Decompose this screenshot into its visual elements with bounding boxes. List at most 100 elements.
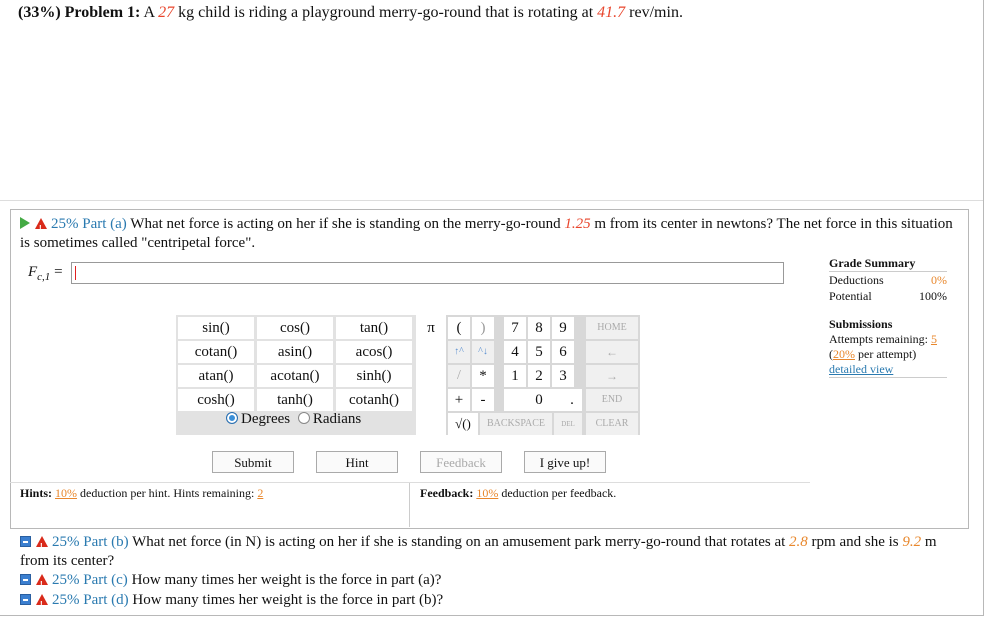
key-2[interactable]: 2 (528, 365, 550, 387)
rparen-button[interactable]: ) (472, 317, 494, 339)
end-button[interactable]: END (586, 389, 638, 411)
tan-button[interactable]: tan() (336, 317, 412, 339)
part-a-distance: 1.25 (564, 216, 591, 232)
submissions-panel: Submissions Attempts remaining: 5 (20% p… (829, 317, 954, 378)
problem-text-2: kg child is riding a playground merry-go… (178, 4, 594, 21)
problem-statement: (33%) Problem 1: A 27 kg child is riding… (18, 4, 683, 22)
per-attempt-value: 20% (833, 347, 855, 361)
attempts-value: 5 (930, 332, 937, 346)
hints-text: deduction per hint. Hints remaining: (80, 486, 255, 500)
attempts-label: Attempts remaining: (829, 332, 928, 346)
clear-button[interactable]: CLEAR (586, 413, 638, 435)
problem-mass: 27 (158, 4, 175, 21)
feedback-button[interactable]: Feedback (420, 451, 502, 473)
exp-down-button[interactable]: ^↓ (472, 341, 494, 363)
per-attempt-text: per attempt) (858, 347, 917, 361)
del-button[interactable]: DEL (554, 413, 582, 435)
right-arrow-button[interactable]: → (586, 365, 638, 387)
part-b-rpm: 2.8 (789, 534, 808, 550)
key-3[interactable]: 3 (552, 365, 574, 387)
sinh-button[interactable]: sinh() (336, 365, 412, 387)
angle-mode: Degrees Radians (226, 411, 361, 428)
multiply-button[interactable]: * (472, 365, 494, 387)
warning-icon (36, 594, 48, 614)
answer-sub: c,1 (37, 271, 51, 283)
hints-feedback-divider (409, 483, 410, 527)
acotan-button[interactable]: acotan() (257, 365, 333, 387)
lparen-button[interactable]: ( (448, 317, 470, 339)
dot-button[interactable]: . (562, 389, 582, 411)
degrees-radio[interactable] (226, 412, 238, 424)
tanh-button[interactable]: tanh() (257, 389, 333, 411)
answer-eq: = (54, 264, 63, 280)
pi-button[interactable]: π (421, 317, 441, 339)
warning-icon (36, 574, 48, 594)
cosh-button[interactable]: cosh() (178, 389, 254, 411)
part-a-label: 25% Part (a) (51, 216, 127, 232)
radians-radio[interactable] (297, 412, 310, 424)
key-1[interactable]: 1 (504, 365, 526, 387)
sqrt-button[interactable]: √() (448, 413, 478, 435)
function-panel: sin() cos() tan() cotan() asin() acos() … (176, 315, 416, 435)
grade-summary: Grade Summary Deductions 0% Potential 10… (829, 255, 947, 304)
potential-label: Potential (829, 289, 872, 303)
cotanh-button[interactable]: cotanh() (336, 389, 412, 411)
hints-info: Hints: 10% deduction per hint. Hints rem… (20, 486, 263, 501)
plus-button[interactable]: + (448, 389, 470, 411)
problem-prefix: (33%) Problem 1: (18, 4, 141, 21)
part-b-text-1: What net force (in N) is acting on her i… (132, 534, 786, 550)
problem-text-3: rev/min. (629, 4, 683, 21)
potential-value: 100% (919, 289, 947, 303)
part-c-text: How many times her weight is the force i… (131, 572, 442, 588)
feedback-label: Feedback: (420, 486, 474, 500)
part-d-label: 25% Part (d) (52, 592, 129, 608)
collapse-icon[interactable] (20, 536, 31, 547)
part-a-text-2: m from its center in newtons? The net fo… (594, 216, 872, 232)
problem-rate: 41.7 (597, 4, 626, 21)
hints-pct: 10% (55, 486, 78, 500)
exp-up-button[interactable]: ↑^ (448, 341, 470, 363)
expand-triangle-icon[interactable] (20, 217, 30, 229)
detailed-view-link[interactable]: detailed view (829, 362, 893, 376)
part-a-header: 25% Part (a) What net force is acting on… (20, 215, 955, 253)
collapse-icon[interactable] (20, 594, 31, 605)
key-5[interactable]: 5 (528, 341, 550, 363)
hints-label: Hints: (20, 486, 53, 500)
backspace-button[interactable]: BACKSPACE (480, 413, 552, 435)
sin-button[interactable]: sin() (178, 317, 254, 339)
collapse-icon[interactable] (20, 574, 31, 585)
give-up-button[interactable]: I give up! (524, 451, 606, 473)
home-button[interactable]: HOME (586, 317, 638, 339)
section-rule (0, 200, 983, 201)
part-b-distance: 9.2 (902, 534, 922, 550)
asin-button[interactable]: asin() (257, 341, 333, 363)
key-9[interactable]: 9 (552, 317, 574, 339)
part-b-label: 25% Part (b) (52, 534, 129, 550)
part-b[interactable]: 25% Part (b) What net force (in N) is ac… (20, 533, 955, 571)
key-6[interactable]: 6 (552, 341, 574, 363)
hints-remaining: 2 (257, 486, 264, 500)
part-a-text-1: What net force is acting on her if she i… (130, 216, 561, 232)
key-8[interactable]: 8 (528, 317, 550, 339)
answer-var: F (28, 264, 38, 280)
problem-text-1: A (143, 4, 155, 21)
cotan-button[interactable]: cotan() (178, 341, 254, 363)
hint-button[interactable]: Hint (316, 451, 398, 473)
part-d[interactable]: 25% Part (d) How many times her weight i… (20, 591, 443, 614)
submit-button[interactable]: Submit (212, 451, 294, 473)
left-arrow-button[interactable]: ← (586, 341, 638, 363)
minus-button[interactable]: - (472, 389, 494, 411)
acos-button[interactable]: acos() (336, 341, 412, 363)
key-4[interactable]: 4 (504, 341, 526, 363)
cos-button[interactable]: cos() (257, 317, 333, 339)
answer-input[interactable] (71, 262, 784, 284)
feedback-text: deduction per feedback. (501, 486, 617, 500)
atan-button[interactable]: atan() (178, 365, 254, 387)
part-c-label: 25% Part (c) (52, 572, 128, 588)
hints-top-rule (10, 482, 810, 483)
feedback-pct: 10% (476, 486, 499, 500)
part-c[interactable]: 25% Part (c) How many times her weight i… (20, 571, 442, 594)
divide-button[interactable]: / (448, 365, 470, 387)
key-7[interactable]: 7 (504, 317, 526, 339)
text-caret (75, 266, 76, 280)
